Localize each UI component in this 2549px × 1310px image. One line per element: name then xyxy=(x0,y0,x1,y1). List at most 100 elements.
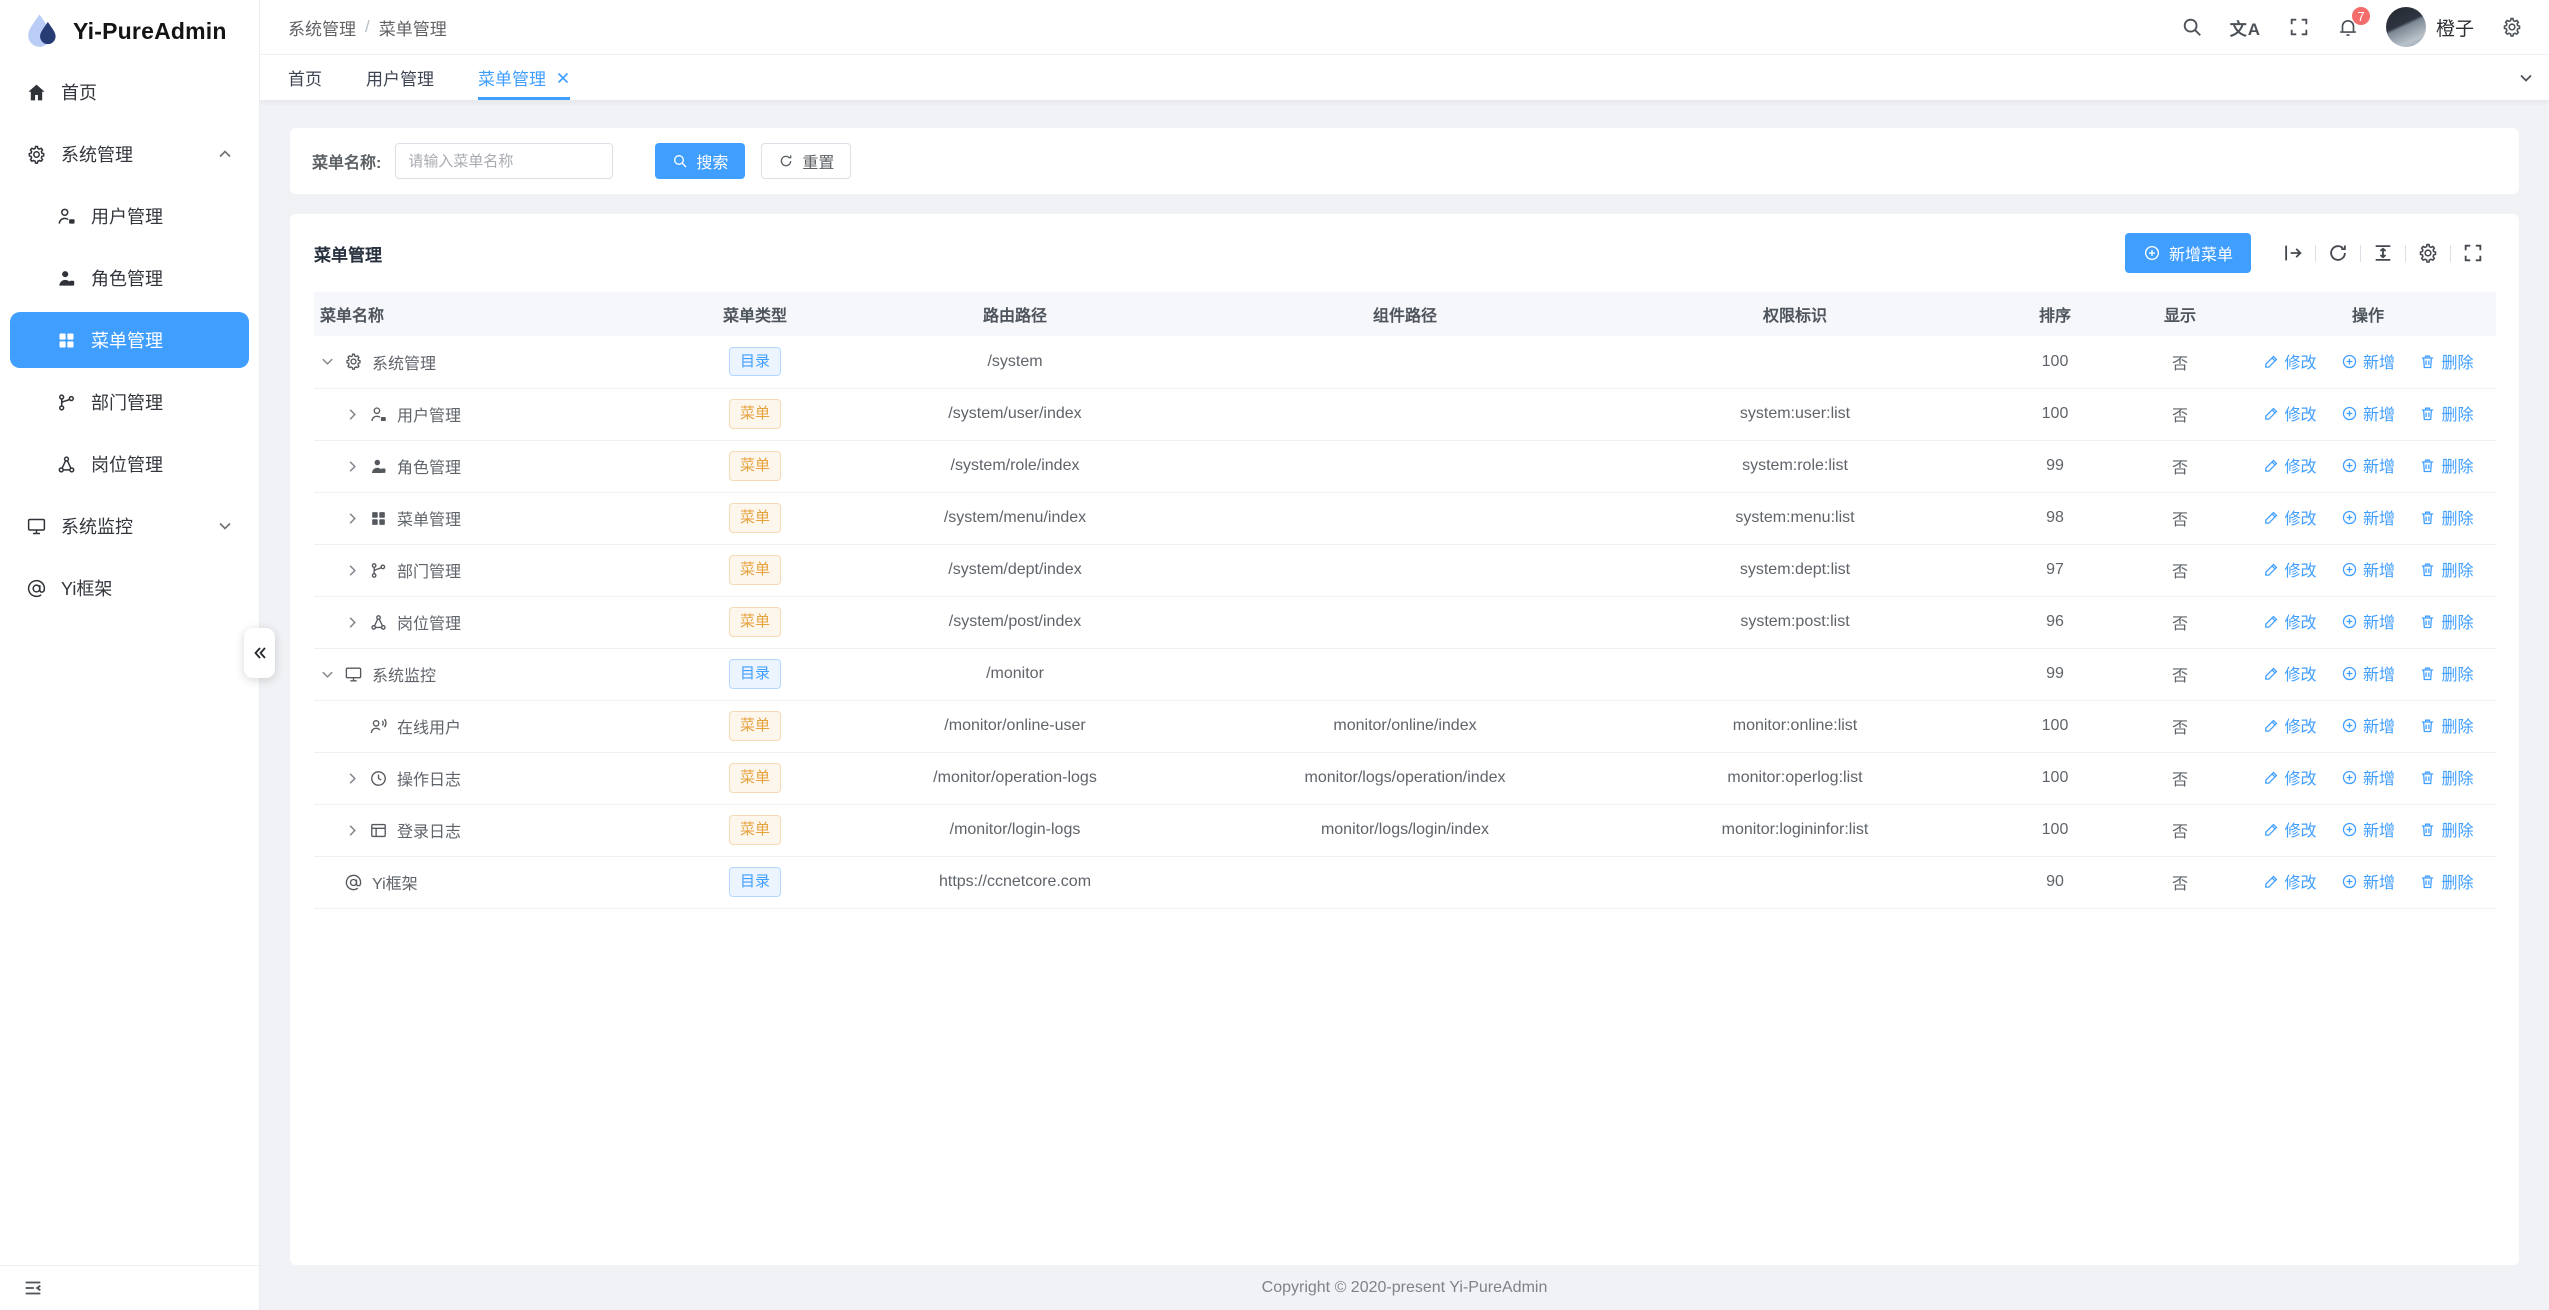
expand-row-icon[interactable] xyxy=(345,615,360,630)
collapse-row-icon[interactable] xyxy=(320,667,335,682)
add-link[interactable]: 新增 xyxy=(2341,869,2395,893)
expand-collapse-icon[interactable] xyxy=(2271,242,2315,264)
settings-gear-icon[interactable] xyxy=(2501,16,2523,38)
add-link[interactable]: 新增 xyxy=(2341,349,2395,373)
branch-icon xyxy=(369,561,388,580)
grid-icon xyxy=(369,509,388,528)
table-row[interactable]: 角色管理 菜单 /system/role/index system:role:l… xyxy=(314,440,2496,492)
add-link[interactable]: 新增 xyxy=(2341,765,2395,789)
edit-link[interactable]: 修改 xyxy=(2263,401,2317,425)
sidebar-item-yi-framework[interactable]: Yi框架 xyxy=(10,560,249,616)
table-row[interactable]: 登录日志 菜单 /monitor/login-logs monitor/logs… xyxy=(314,804,2496,856)
delete-link[interactable]: 删除 xyxy=(2419,505,2473,529)
breadcrumb-item[interactable]: 系统管理 xyxy=(288,15,356,40)
search-panel: 菜单名称: 搜索 重置 xyxy=(290,128,2519,194)
table-row[interactable]: 系统管理 目录 /system 100 否 修改 新增 xyxy=(314,336,2496,388)
expand-row-icon[interactable] xyxy=(345,823,360,838)
app-logo[interactable]: Yi-PureAdmin xyxy=(0,0,259,62)
close-icon[interactable] xyxy=(556,71,570,85)
sidebar-item-departments[interactable]: 部门管理 xyxy=(10,374,249,430)
tabs-dropdown-chevron-icon[interactable] xyxy=(2503,55,2549,100)
menu-type-tag: 菜单 xyxy=(729,607,781,636)
edit-link[interactable]: 修改 xyxy=(2263,609,2317,633)
table-row[interactable]: Yi框架 目录 https://ccnetcore.com 90 否 修改 xyxy=(314,856,2496,908)
add-link[interactable]: 新增 xyxy=(2341,609,2395,633)
refresh-icon[interactable] xyxy=(2316,242,2360,264)
delete-link[interactable]: 删除 xyxy=(2419,349,2473,373)
table-row[interactable]: 操作日志 菜单 /monitor/operation-logs monitor/… xyxy=(314,752,2496,804)
fullscreen-icon[interactable] xyxy=(2288,16,2310,38)
expand-row-icon[interactable] xyxy=(345,771,360,786)
edit-link[interactable]: 修改 xyxy=(2263,817,2317,841)
menu-fold-icon[interactable] xyxy=(22,1277,44,1299)
table-row[interactable]: 部门管理 菜单 /system/dept/index system:dept:l… xyxy=(314,544,2496,596)
bell-icon[interactable]: 7 xyxy=(2337,16,2359,38)
table-row[interactable]: 岗位管理 菜单 /system/post/index system:post:l… xyxy=(314,596,2496,648)
sidebar-item-users[interactable]: 用户管理 xyxy=(10,188,249,244)
tab-home[interactable]: 首页 xyxy=(288,55,322,100)
table-row[interactable]: 菜单管理 菜单 /system/menu/index system:menu:l… xyxy=(314,492,2496,544)
edit-link[interactable]: 修改 xyxy=(2263,765,2317,789)
delete-link[interactable]: 删除 xyxy=(2419,609,2473,633)
edit-link[interactable]: 修改 xyxy=(2263,713,2317,737)
collapse-row-icon[interactable] xyxy=(320,354,335,369)
sidebar-item-menus[interactable]: 菜单管理 xyxy=(10,312,249,368)
menu-name: 在线用户 xyxy=(397,714,461,738)
sidebar-item-roles[interactable]: 角色管理 xyxy=(10,250,249,306)
add-menu-button[interactable]: 新增菜单 xyxy=(2125,233,2251,273)
component-path xyxy=(1210,856,1600,908)
edit-link[interactable]: 修改 xyxy=(2263,869,2317,893)
reset-button[interactable]: 重置 xyxy=(761,143,851,179)
table-row[interactable]: 系统监控 目录 /monitor 99 否 修改 新增 xyxy=(314,648,2496,700)
delete-link[interactable]: 删除 xyxy=(2419,401,2473,425)
expand-row-icon[interactable] xyxy=(345,407,360,422)
menu-name-input[interactable] xyxy=(395,143,613,179)
delete-link[interactable]: 删除 xyxy=(2419,713,2473,737)
user-menu[interactable]: 橙子 xyxy=(2386,7,2474,47)
add-link[interactable]: 新增 xyxy=(2341,453,2395,477)
add-link[interactable]: 新增 xyxy=(2341,557,2395,581)
expand-row-icon[interactable] xyxy=(345,563,360,578)
edit-link[interactable]: 修改 xyxy=(2263,557,2317,581)
delete-link[interactable]: 删除 xyxy=(2419,817,2473,841)
sidebar-item-posts[interactable]: 岗位管理 xyxy=(10,436,249,492)
add-link[interactable]: 新增 xyxy=(2341,713,2395,737)
search-button[interactable]: 搜索 xyxy=(655,143,745,179)
expand-row-icon[interactable] xyxy=(345,511,360,526)
table-toolbar: 新增菜单 xyxy=(2125,233,2495,273)
add-link[interactable]: 新增 xyxy=(2341,401,2395,425)
menu-type-tag: 菜单 xyxy=(729,711,781,740)
add-link[interactable]: 新增 xyxy=(2341,817,2395,841)
tab-menu-management[interactable]: 菜单管理 xyxy=(478,55,570,100)
search-icon[interactable] xyxy=(2181,16,2203,38)
molecule-icon xyxy=(369,613,388,632)
density-icon[interactable] xyxy=(2361,242,2405,264)
sidebar-collapse-handle[interactable] xyxy=(244,628,275,678)
sidebar-item-monitor[interactable]: 系统监控 xyxy=(10,498,249,554)
sidebar: Yi-PureAdmin 首页 系统管理 xyxy=(0,0,260,1310)
menu-type-tag: 目录 xyxy=(729,867,781,896)
edit-link[interactable]: 修改 xyxy=(2263,453,2317,477)
edit-link[interactable]: 修改 xyxy=(2263,349,2317,373)
delete-link[interactable]: 删除 xyxy=(2419,869,2473,893)
delete-link[interactable]: 删除 xyxy=(2419,661,2473,685)
component-path: monitor/logs/operation/index xyxy=(1210,752,1600,804)
tab-user-management[interactable]: 用户管理 xyxy=(366,55,434,100)
expand-row-icon[interactable] xyxy=(345,459,360,474)
delete-link[interactable]: 删除 xyxy=(2419,557,2473,581)
add-link[interactable]: 新增 xyxy=(2341,661,2395,685)
add-link[interactable]: 新增 xyxy=(2341,505,2395,529)
table-row[interactable]: 用户管理 菜单 /system/user/index system:user:l… xyxy=(314,388,2496,440)
translate-icon[interactable]: 文A xyxy=(2230,15,2261,40)
delete-link[interactable]: 删除 xyxy=(2419,765,2473,789)
edit-link[interactable]: 修改 xyxy=(2263,505,2317,529)
table-fullscreen-icon[interactable] xyxy=(2451,242,2495,264)
delete-link[interactable]: 删除 xyxy=(2419,453,2473,477)
sidebar-item-system[interactable]: 系统管理 xyxy=(10,126,249,182)
visible-value: 否 xyxy=(2120,388,2240,440)
edit-link[interactable]: 修改 xyxy=(2263,661,2317,685)
sidebar-item-home[interactable]: 首页 xyxy=(10,64,249,120)
monitor-icon xyxy=(26,516,47,537)
table-row[interactable]: 在线用户 菜单 /monitor/online-user monitor/onl… xyxy=(314,700,2496,752)
column-settings-icon[interactable] xyxy=(2406,242,2450,264)
